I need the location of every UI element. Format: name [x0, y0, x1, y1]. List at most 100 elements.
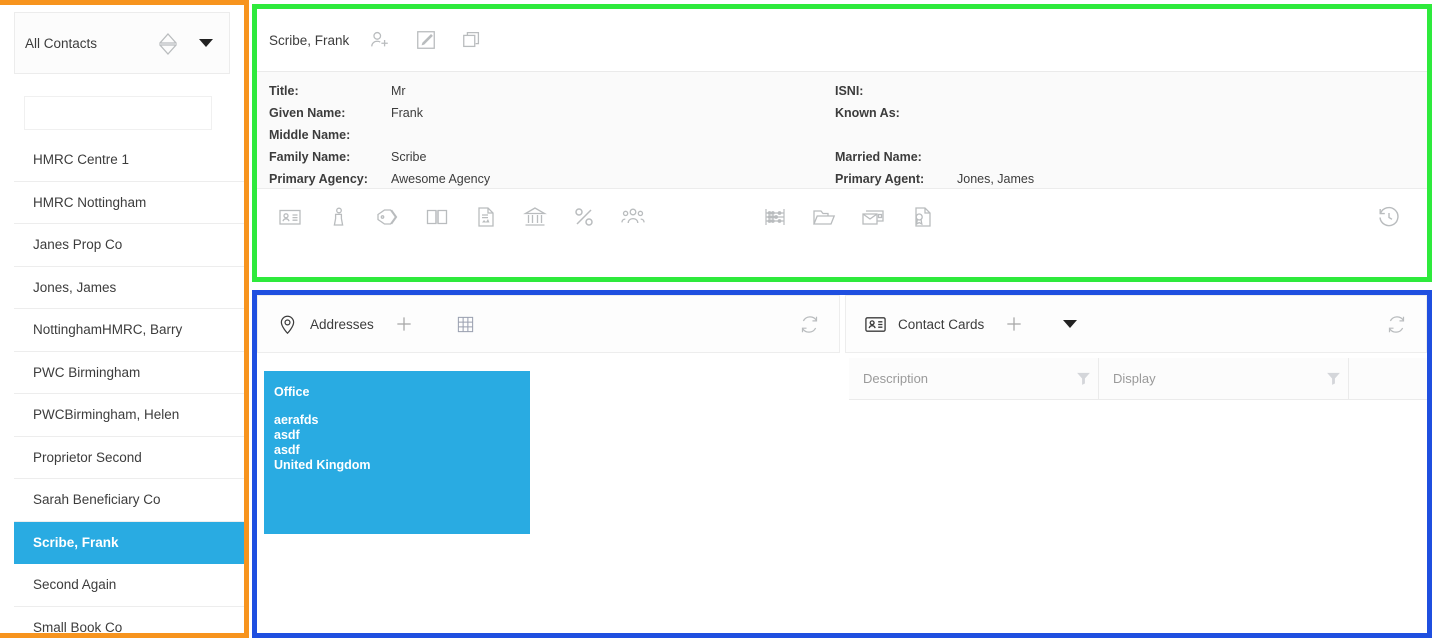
contact-cards-panel-title: Contact Cards [898, 316, 985, 332]
add-person-icon[interactable] [357, 20, 403, 60]
detail-fields: Title: Mr Given Name: Frank Middle Name: Fami… [257, 72, 1427, 189]
detail-field-row: Known As: [835, 102, 1034, 124]
document-icon[interactable] [461, 197, 510, 237]
id-card-icon[interactable] [265, 197, 314, 237]
detail-field-value: Awesome Agency [391, 172, 491, 186]
location-pin-icon [267, 306, 307, 342]
refresh-icon[interactable] [789, 306, 829, 342]
contact-filter-label: All Contacts [25, 35, 98, 51]
list-item[interactable]: HMRC Centre 1 [14, 139, 244, 182]
tag-icon[interactable] [363, 197, 412, 237]
detail-toolbar-right [1364, 197, 1413, 237]
bank-icon[interactable] [510, 197, 559, 237]
address-card-line: United Kingdom [274, 458, 371, 472]
detail-fields-left: Title: Mr Given Name: Frank Middle Name: Fami… [269, 80, 490, 190]
book-icon[interactable] [412, 197, 461, 237]
list-item[interactable]: Janes Prop Co [14, 224, 244, 267]
contact-cards-table: Description Display [849, 358, 1427, 400]
contacts-sidebar: All Contacts HMRC Centre 1 HMRC Nottingha… [0, 0, 244, 638]
detail-field-label: Family Name: [269, 150, 351, 164]
detail-field-row: Family Name: Scribe [269, 146, 490, 168]
search-input[interactable] [24, 96, 212, 130]
detail-toolbar-mid [750, 197, 946, 237]
detail-field-row [835, 124, 1034, 146]
contact-list: HMRC Centre 1 HMRC Nottingham Janes Prop C… [14, 139, 244, 638]
contact-detail-panel: Scribe, Frank Title: Mr Given Name: Fran… [257, 9, 1427, 277]
edit-icon[interactable] [403, 20, 449, 60]
detail-field-row: ISNI: [835, 80, 1034, 102]
caret-down-icon[interactable] [1050, 306, 1090, 342]
detail-field-value: Jones, James [957, 172, 1035, 186]
list-item[interactable]: NottinghamHMRC, Barry [14, 309, 244, 352]
address-card-lines: aerafds asdf asdf United Kingdom [274, 413, 520, 473]
detail-field-label: Primary Agency: [269, 172, 368, 186]
detail-field-label: Known As: [835, 106, 900, 120]
detail-contact-name: Scribe, Frank [269, 32, 350, 48]
address-card-title: Office [274, 385, 310, 399]
certificate-icon[interactable] [897, 197, 946, 237]
refresh-icon[interactable] [1376, 306, 1416, 342]
detail-field-label: Title: [269, 84, 299, 98]
addresses-panel-title: Addresses [310, 316, 374, 332]
list-item[interactable]: Small Book Co [14, 606, 244, 638]
detail-fields-right: ISNI: Known As: Married Name: Primary Agent… [835, 80, 1034, 190]
detail-toolbar [257, 189, 1427, 275]
bottom-panels: Addresses Office aerafds asdf asdf Unite… [257, 295, 1427, 633]
table-column-label: Display [1113, 371, 1156, 386]
detail-field-label: Middle Name: [269, 128, 351, 142]
filter-icon[interactable] [1318, 370, 1348, 387]
detail-field-value: Scribe [391, 150, 427, 164]
list-item[interactable]: Sarah Beneficiary Co [14, 479, 244, 522]
list-item[interactable]: PWCBirmingham, Helen [14, 394, 244, 437]
caret-down-icon[interactable] [199, 39, 213, 47]
app-root: All Contacts HMRC Centre 1 HMRC Nottingha… [0, 0, 1435, 638]
info-icon[interactable] [314, 197, 363, 237]
plus-icon[interactable] [384, 306, 424, 342]
group-icon[interactable] [608, 197, 657, 237]
list-item[interactable]: PWC Birmingham [14, 351, 244, 394]
detail-field-row: Primary Agency: Awesome Agency [269, 168, 490, 190]
contact-cards-panel-header: Contact Cards [845, 295, 1427, 353]
contact-card-icon [855, 306, 895, 342]
detail-field-label: Given Name: [269, 106, 346, 120]
table-column-header[interactable] [1349, 358, 1427, 399]
detail-field-value: Frank [391, 106, 423, 120]
addresses-panel: Addresses Office aerafds asdf asdf Unite… [257, 295, 840, 633]
detail-field-label: Married Name: [835, 150, 922, 164]
detail-field-row: Married Name: [835, 146, 1034, 168]
list-item[interactable]: Proprietor Second [14, 436, 244, 479]
address-card-line: asdf [274, 428, 300, 442]
detail-field-row: Middle Name: [269, 124, 490, 146]
percent-icon[interactable] [559, 197, 608, 237]
filter-icon[interactable] [1068, 370, 1098, 387]
contact-cards-panel: Contact Cards Description Display [845, 295, 1427, 633]
address-card-line: aerafds [274, 413, 319, 427]
address-card-line: asdf [274, 443, 300, 457]
sort-updown-icon[interactable] [159, 32, 177, 55]
list-item[interactable]: Second Again [14, 564, 244, 607]
duplicate-icon[interactable] [449, 20, 495, 60]
detail-field-label: Primary Agent: [835, 172, 925, 186]
detail-header: Scribe, Frank [257, 9, 1427, 72]
plus-icon[interactable] [994, 306, 1034, 342]
detail-field-row: Title: Mr [269, 80, 490, 102]
addresses-panel-header: Addresses [257, 295, 840, 353]
address-card[interactable]: Office aerafds asdf asdf United Kingdom [264, 371, 530, 534]
list-item[interactable]: HMRC Nottingham [14, 181, 244, 224]
table-column-header[interactable]: Display [1099, 358, 1349, 399]
detail-field-label: ISNI: [835, 84, 864, 98]
table-column-label: Description [863, 371, 929, 386]
list-item[interactable]: Jones, James [14, 266, 244, 309]
mail-icon[interactable] [848, 197, 897, 237]
detail-field-value: Mr [391, 84, 406, 98]
detail-field-row: Primary Agent: Jones, James [835, 168, 1034, 190]
list-item[interactable]: Scribe, Frank [14, 521, 244, 564]
contact-cards-table-header: Description Display [849, 358, 1427, 400]
abacus-icon[interactable] [750, 197, 799, 237]
detail-toolbar-left [265, 197, 657, 237]
folder-icon[interactable] [799, 197, 848, 237]
grid-icon[interactable] [446, 306, 486, 342]
history-icon[interactable] [1364, 197, 1413, 237]
contact-filter-dropdown[interactable]: All Contacts [14, 12, 230, 74]
table-column-header[interactable]: Description [849, 358, 1099, 399]
